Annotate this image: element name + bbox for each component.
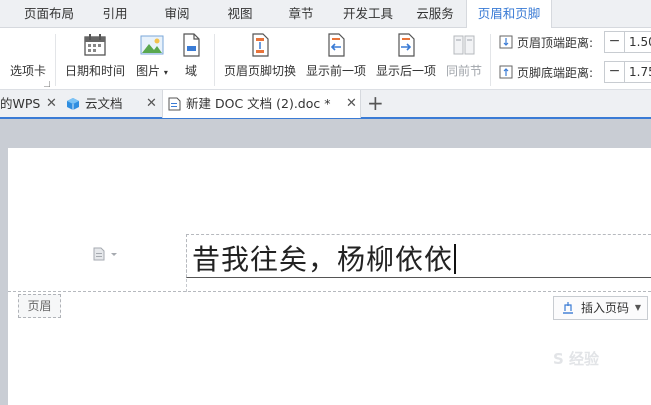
watermark-logo: S 经验 — [553, 350, 600, 368]
expand-corner-icon — [44, 81, 50, 87]
doc-tab-wps[interactable]: 的WPS ✕ — [0, 90, 60, 118]
text-cursor — [454, 244, 457, 274]
footer-bottom-distance-value[interactable]: 1.75 — [629, 65, 651, 79]
footer-bottom-distance-row: 页脚底端距离: − 1.75 — [499, 61, 651, 83]
menu-tab-bar: 页面布局 引用 审阅 视图 章节 开发工具 云服务 页眉和页脚 — [0, 0, 651, 29]
options-tab-label: 选项卡 — [9, 64, 46, 78]
tab-chapter[interactable]: 章节 — [278, 0, 324, 28]
cloud-doc-cube-icon — [67, 98, 79, 110]
tab-header-footer[interactable]: 页眉和页脚 — [466, 0, 552, 29]
doc-tab-cloud-docs[interactable]: 云文档 ✕ — [62, 90, 160, 118]
picture-label: 图片 ▾ — [136, 64, 168, 78]
tab-view[interactable]: 视图 — [217, 0, 263, 28]
same-as-previous-button[interactable]: 同前节 — [442, 28, 486, 90]
same-as-previous-icon — [453, 35, 475, 55]
header-distance-icon — [499, 35, 513, 49]
doc-tab-label: 新建 DOC 文档 (2).doc * — [186, 96, 331, 111]
ribbon-separator — [490, 34, 491, 86]
show-previous-icon — [328, 33, 345, 57]
dropdown-arrow-icon: ▾ — [163, 68, 168, 77]
insert-page-number-button[interactable]: 插入页码 ▼ — [553, 296, 648, 320]
header-text-area[interactable]: 昔我往矣，杨柳依依 — [186, 234, 651, 278]
show-previous-button[interactable]: 显示前一项 — [304, 28, 368, 90]
ribbon-toolbar: 选项卡 日期和时间 图片 ▾ 域 页眉页脚切换 显示前一项 显示后一项 同前节 … — [0, 28, 651, 90]
doc-file-icon — [168, 97, 181, 111]
close-icon[interactable]: ✕ — [46, 90, 57, 118]
options-tab-button[interactable]: 选项卡 — [4, 28, 52, 90]
tab-review[interactable]: 审阅 — [154, 0, 200, 28]
decrement-button[interactable]: − — [605, 32, 625, 52]
header-top-distance-value[interactable]: 1.50 — [629, 35, 651, 49]
tab-cloud-services[interactable]: 云服务 — [408, 0, 462, 28]
document-tab-bar: 的WPS ✕ 云文档 ✕ 新建 DOC 文档 (2).doc * ✕ + — [0, 90, 651, 119]
tab-developer-tools[interactable]: 开发工具 — [335, 0, 401, 28]
header-footer-switch-button[interactable]: 页眉页脚切换 — [222, 28, 298, 90]
new-tab-button[interactable]: + — [367, 90, 384, 118]
header-text[interactable]: 昔我往矣，杨柳依依 — [192, 238, 457, 278]
insert-page-number-label: 插入页码 — [581, 301, 630, 315]
date-time-label: 日期和时间 — [64, 64, 125, 78]
date-time-button[interactable]: 日期和时间 — [62, 28, 128, 90]
footer-distance-icon — [499, 65, 513, 79]
ribbon-separator — [55, 34, 56, 86]
show-previous-label: 显示前一项 — [305, 64, 366, 78]
paste-options-icon[interactable] — [93, 247, 119, 261]
field-icon — [183, 33, 200, 57]
tab-page-layout[interactable]: 页面布局 — [14, 0, 84, 28]
show-next-icon — [398, 33, 415, 57]
footer-bottom-distance-label: 页脚底端距离: — [517, 66, 594, 80]
doc-tab-label: 云文档 — [85, 96, 123, 111]
doc-tab-label: 的WPS — [0, 96, 41, 111]
calendar-icon — [84, 34, 106, 56]
field-label: 域 — [184, 64, 197, 78]
page-number-icon — [563, 302, 573, 314]
document-page[interactable]: 昔我往矣，杨柳依依 页眉 插入页码 ▼ S 经验 — [8, 148, 651, 405]
close-icon[interactable]: ✕ — [146, 90, 157, 118]
show-next-button[interactable]: 显示后一项 — [374, 28, 438, 90]
same-as-previous-label: 同前节 — [445, 64, 482, 78]
header-footer-switch-label: 页眉页脚切换 — [223, 64, 296, 78]
header-top-distance-spinner[interactable]: − 1.50 — [604, 31, 651, 53]
doc-tab-new-doc[interactable]: 新建 DOC 文档 (2).doc * ✕ — [162, 90, 361, 118]
close-icon[interactable]: ✕ — [346, 90, 357, 118]
decrement-button[interactable]: − — [605, 62, 625, 82]
field-button[interactable]: 域 — [176, 28, 206, 90]
tab-references[interactable]: 引用 — [92, 0, 138, 28]
picture-button[interactable]: 图片 ▾ — [131, 28, 173, 90]
header-top-distance-row: 页眉顶端距离: − 1.50 — [499, 31, 651, 53]
footer-bottom-distance-spinner[interactable]: − 1.75 — [604, 61, 651, 83]
header-footer-switch-icon — [252, 33, 269, 57]
header-tag-label: 页眉 — [18, 294, 61, 318]
picture-icon — [140, 35, 164, 55]
ribbon-separator — [214, 34, 215, 86]
header-boundary-line — [8, 291, 651, 292]
show-next-label: 显示后一项 — [375, 64, 436, 78]
chevron-down-icon: ▼ — [634, 303, 641, 312]
header-top-distance-label: 页眉顶端距离: — [517, 36, 594, 50]
